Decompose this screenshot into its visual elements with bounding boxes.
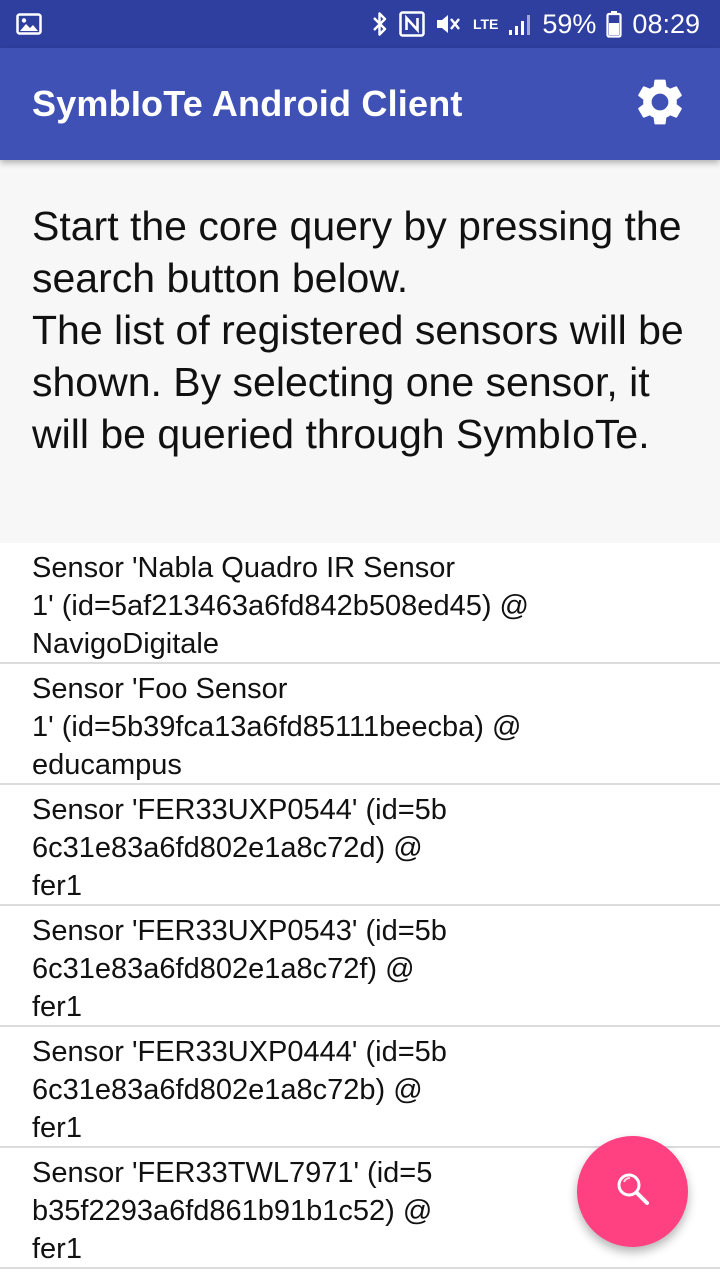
status-bar: LTE 59% 08:29 [0,0,720,48]
mute-icon [435,11,463,37]
sensor-label: Sensor 'Nabla Quadro IR Sensor 1' (id=5a… [32,552,529,660]
app-title: SymbIoTe Android Client [32,83,463,124]
nfc-icon [399,11,425,37]
settings-button[interactable] [630,74,690,134]
list-item[interactable]: Sensor 'FER33UXP0543' (id=5b 6c31e83a6fd… [0,906,720,1027]
gear-icon [632,74,688,135]
sensor-label: Sensor 'FER33UXP0544' (id=5b 6c31e83a6fd… [32,794,447,902]
app-bar: SymbIoTe Android Client [0,48,720,160]
search-button[interactable] [577,1136,688,1247]
intro-text: Start the core query by pressing the sea… [32,203,684,457]
list-item[interactable]: Sensor 'FER33UXP0444' (id=5b 6c31e83a6fd… [0,1027,720,1148]
clock: 08:29 [632,8,700,39]
intro-panel: Start the core query by pressing the sea… [0,160,720,543]
sensor-label: Sensor 'Foo Sensor 1' (id=5b39fca13a6fd8… [32,673,522,781]
battery-icon [606,10,623,38]
signal-icon [508,12,532,36]
list-item[interactable]: Sensor 'Nabla Quadro IR Sensor 1' (id=5a… [0,543,720,664]
search-icon [613,1169,653,1214]
sensor-label: Sensor 'FER33UXP0543' (id=5b 6c31e83a6fd… [32,915,447,1023]
lte-icon: LTE [472,16,499,32]
sensor-label: Sensor 'FER33UXP0444' (id=5b 6c31e83a6fd… [32,1036,447,1144]
image-icon [16,13,42,35]
battery-percent: 59% [542,8,597,39]
list-item[interactable]: Sensor 'FER33UXP0544' (id=5b 6c31e83a6fd… [0,785,720,906]
bluetooth-icon [371,10,389,38]
list-item[interactable]: Sensor 'Foo Sensor 1' (id=5b39fca13a6fd8… [0,664,720,785]
